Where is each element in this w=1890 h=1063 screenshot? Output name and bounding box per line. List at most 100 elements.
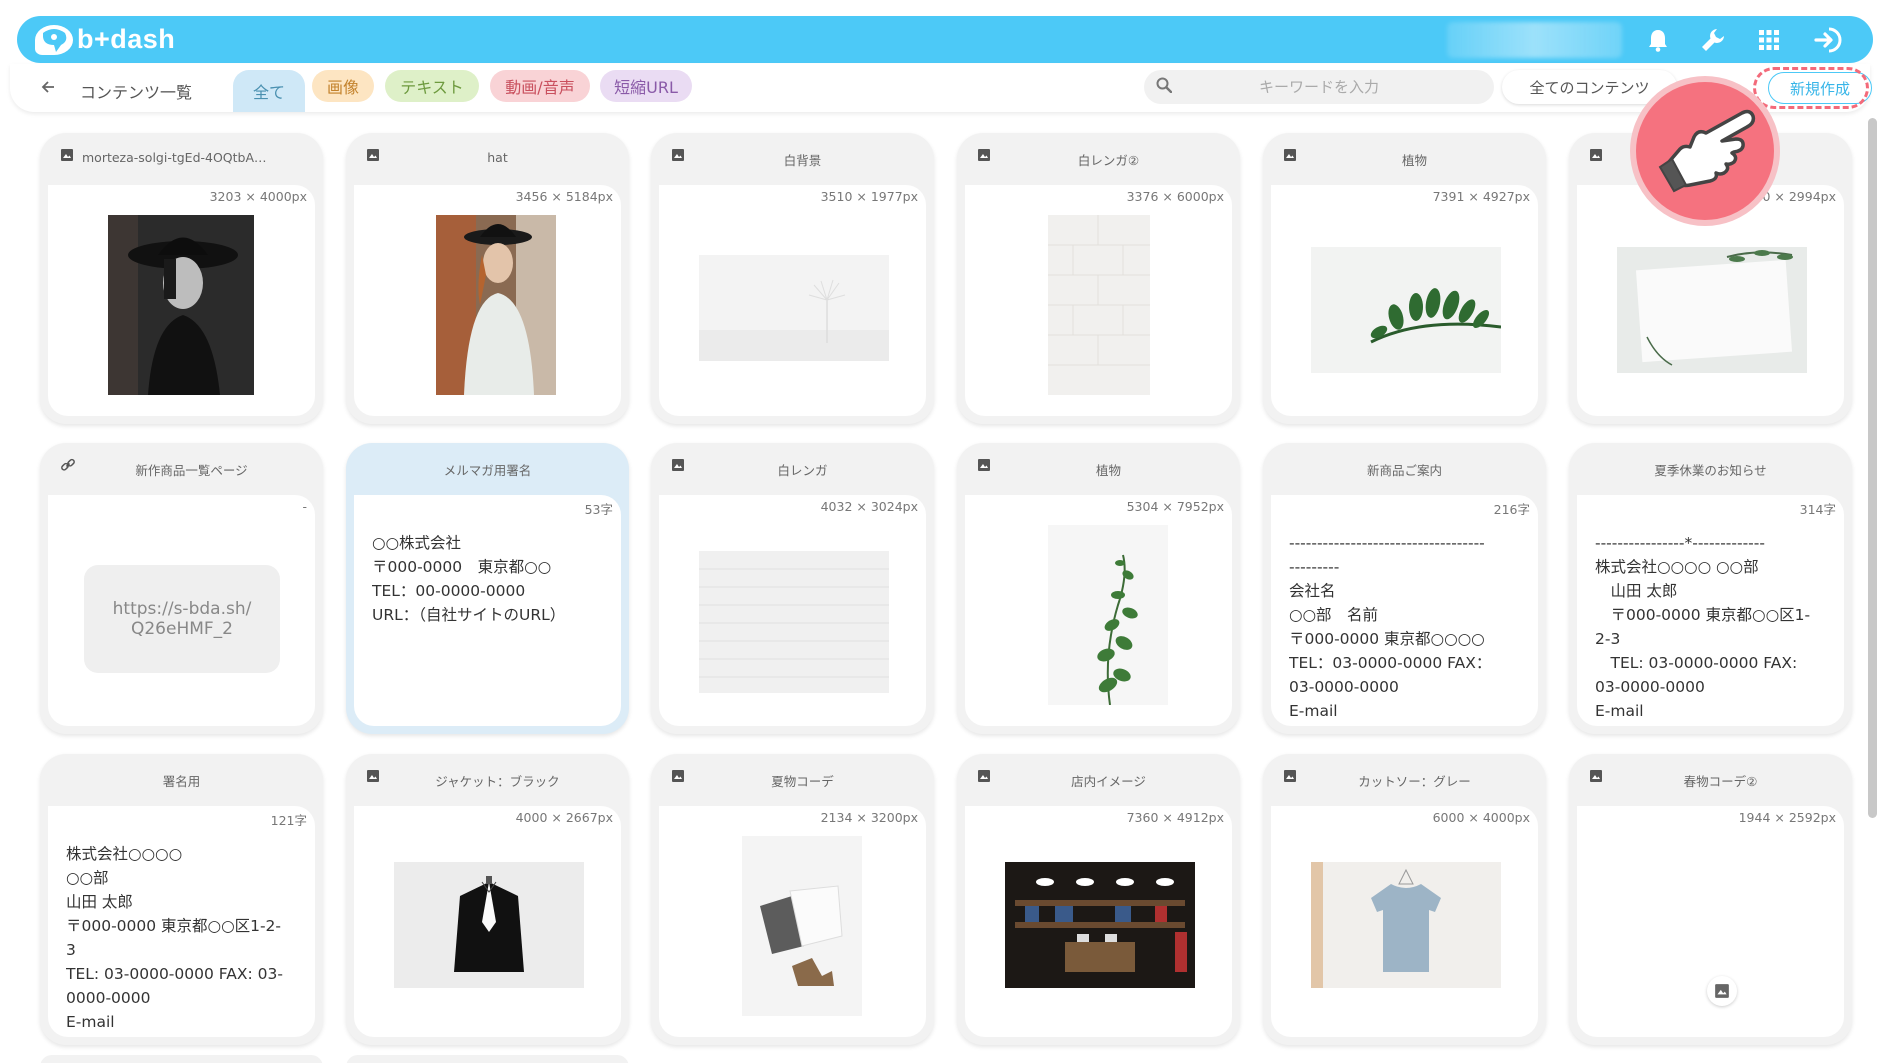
content-card[interactable]: 夏物コーデ 2134 × 3200px (651, 754, 934, 1045)
card-title: morteza-solgi-tgEd-4OQtbA… (82, 150, 267, 165)
search-box (1144, 70, 1494, 104)
thumbnail-image (699, 551, 889, 693)
card-title: 夏物コーデ (771, 774, 834, 789)
image-type-icon (60, 147, 76, 163)
card-title: 植物 (1095, 463, 1121, 478)
content-card[interactable]: 新作商品一覧ページ - https://s-bda.sh/ Q26eHMF_2 (40, 443, 323, 734)
search-input[interactable] (1184, 78, 1454, 96)
content-card[interactable]: カットソー：グレー 6000 × 4000px (1263, 754, 1546, 1045)
card-meta: 0 × 2994px (1762, 189, 1836, 204)
content-card[interactable]: 春物コーデ② 1944 × 2592px (1569, 754, 1852, 1045)
text-preview: ----------------------------------- ----… (1289, 534, 1492, 718)
thumbnail-image (742, 836, 862, 1016)
content-card[interactable]: 植物 7391 × 4927px (1263, 133, 1546, 424)
user-name-blurred (1447, 22, 1622, 58)
card-body (1271, 185, 1538, 416)
page-title: コンテンツ一覧 (80, 83, 193, 102)
card-meta: 6000 × 4000px (1432, 810, 1530, 825)
image-type-icon (366, 768, 382, 784)
content-card[interactable]: 署名用 121字 株式会社○○○○ ○○部 山田 太郎 〒000-0000 東京… (40, 754, 323, 1045)
card-title: hat (487, 150, 508, 165)
content-card[interactable]: 白レンガ 4032 × 3024px (651, 443, 934, 734)
thumbnail-image (1048, 525, 1168, 705)
next-row-card (40, 1055, 323, 1063)
text-preview: 株式会社○○○○ ○○部 山田 太郎 〒000-0000 東京都○○区1-2- … (66, 845, 283, 1029)
search-icon (1144, 77, 1184, 97)
image-type-icon (671, 147, 687, 163)
image-type-icon (977, 147, 993, 163)
card-meta: 121字 (270, 813, 307, 828)
tab-text[interactable]: テキスト (385, 70, 479, 102)
image-type-icon (1283, 768, 1299, 784)
card-body (354, 806, 621, 1037)
card-title: 店内イメージ (1071, 774, 1146, 789)
scrollbar-thumb[interactable] (1868, 118, 1877, 818)
card-meta: 314字 (1799, 502, 1836, 517)
card-meta: 1944 × 2592px (1738, 810, 1836, 825)
logo-mark-icon (35, 24, 73, 55)
image-placeholder-icon (1707, 976, 1737, 1006)
card-meta: 7360 × 4912px (1126, 810, 1224, 825)
content-card[interactable]: 白背景 3510 × 1977px (651, 133, 934, 424)
thumbnail-image (108, 215, 254, 395)
card-meta: 3203 × 4000px (209, 189, 307, 204)
content-card[interactable]: 店内イメージ 7360 × 4912px (957, 754, 1240, 1045)
wrench-icon[interactable] (1697, 24, 1729, 56)
content-card[interactable]: 植物 5304 × 7952px (957, 443, 1240, 734)
card-title: 署名用 (162, 774, 201, 789)
pointing-hand-icon (1630, 76, 1780, 226)
content-card[interactable]: morteza-solgi-tgEd-4OQtbA… 3203 × 4000px (40, 133, 323, 424)
thumbnail-image (1311, 862, 1501, 988)
image-type-icon (671, 457, 687, 473)
card-title: 春物コーデ② (1683, 774, 1758, 789)
tab-video-audio[interactable]: 動画/音声 (490, 70, 590, 102)
grid-menu-icon[interactable] (1753, 24, 1785, 56)
card-meta: 3376 × 6000px (1126, 189, 1224, 204)
filter-bar: コンテンツ一覧 全て 画像 テキスト 動画/音声 短縮URL 全てのコンテンツ … (10, 64, 1872, 112)
logout-icon[interactable] (1812, 24, 1844, 56)
card-body (659, 806, 926, 1037)
card-title: 植物 (1401, 153, 1427, 168)
link-type-icon (60, 457, 76, 473)
card-body (965, 806, 1232, 1037)
card-title: 新作商品一覧ページ (135, 463, 248, 478)
content-card[interactable]: hat 3456 × 5184px (346, 133, 629, 424)
image-type-icon (1589, 147, 1605, 163)
bell-icon[interactable] (1642, 24, 1674, 56)
content-card[interactable]: メルマガ用署名 53字 ○○株式会社 〒000-0000 東京都○○ TEL：0… (346, 443, 629, 734)
card-meta: 53字 (584, 502, 613, 517)
card-body (1271, 806, 1538, 1037)
image-type-icon (1589, 768, 1605, 784)
card-body (1577, 806, 1844, 1037)
tab-short-url[interactable]: 短縮URL (600, 70, 692, 102)
card-body (965, 495, 1232, 726)
card-body (965, 185, 1232, 416)
card-body (354, 185, 621, 416)
content-card[interactable]: 夏季休業のお知らせ 314字 ----------------*--------… (1569, 443, 1852, 734)
logo-text: b+dash (77, 24, 176, 54)
next-row-card (346, 1055, 629, 1063)
card-body (659, 495, 926, 726)
card-title: 夏季休業のお知らせ (1654, 463, 1767, 478)
content-card[interactable]: 新商品ご案内 216字 ----------------------------… (1263, 443, 1546, 734)
thumbnail-image (1048, 215, 1150, 395)
card-title: メルマガ用署名 (443, 463, 532, 478)
card-meta: 7391 × 4927px (1432, 189, 1530, 204)
card-title: 白背景 (783, 153, 822, 168)
card-meta: 216字 (1493, 502, 1530, 517)
logo[interactable]: b+dash (35, 24, 175, 55)
card-meta: 4000 × 2667px (515, 810, 613, 825)
card-meta: - (302, 499, 307, 514)
image-type-icon (977, 768, 993, 784)
thumbnail-image (699, 255, 889, 361)
text-preview: ○○株式会社 〒000-0000 東京都○○ TEL：00-0000-0000 … (372, 534, 566, 624)
card-title: ジャケット：ブラック (435, 774, 560, 789)
card-title: 白レンガ (777, 463, 828, 478)
tab-all[interactable]: 全て (233, 70, 305, 112)
content-card[interactable]: ジャケット：ブラック 4000 × 2667px (346, 754, 629, 1045)
tab-image[interactable]: 画像 (312, 70, 374, 102)
card-title: 新商品ご案内 (1366, 463, 1442, 478)
new-create-button[interactable]: 新規作成 (1768, 72, 1872, 104)
back-arrow-icon[interactable] (40, 78, 56, 98)
content-card[interactable]: 白レンガ② 3376 × 6000px (957, 133, 1240, 424)
